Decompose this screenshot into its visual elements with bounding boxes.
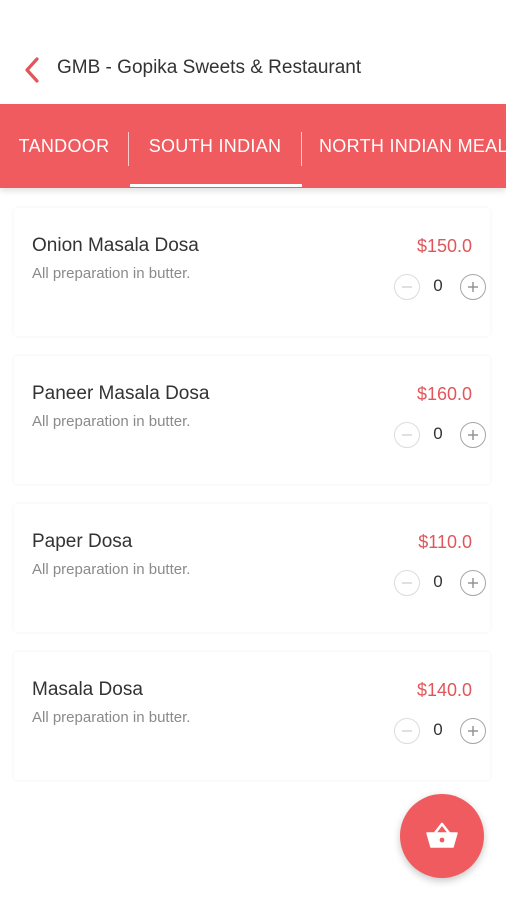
app-header: GMB - Gopika Sweets & Restaurant xyxy=(0,0,506,104)
quantity-stepper: 0 xyxy=(394,422,486,448)
decrease-button[interactable] xyxy=(394,274,420,300)
item-price: $150.0 xyxy=(416,236,472,256)
chevron-left-icon xyxy=(25,57,39,83)
minus-icon xyxy=(402,730,412,732)
increase-button[interactable] xyxy=(460,570,486,596)
item-description: All preparation in butter. xyxy=(32,413,191,430)
plus-icon xyxy=(468,282,478,292)
item-name: Onion Masala Dosa xyxy=(32,235,199,256)
quantity-value: 0 xyxy=(433,276,443,295)
increase-button[interactable] xyxy=(460,718,486,744)
menu-item-card: Masala Dosa All preparation in butter. $… xyxy=(14,652,490,780)
plus-icon xyxy=(468,726,478,736)
decrease-button[interactable] xyxy=(394,570,420,596)
quantity-stepper: 0 xyxy=(394,718,486,744)
menu-item-card: Paper Dosa All preparation in butter. $1… xyxy=(14,504,490,632)
decrease-button[interactable] xyxy=(394,422,420,448)
item-description: All preparation in butter. xyxy=(32,561,191,578)
minus-icon xyxy=(402,582,412,584)
menu-item-card: Paneer Masala Dosa All preparation in bu… xyxy=(14,356,490,484)
page-title: GMB - Gopika Sweets & Restaurant xyxy=(57,57,362,78)
minus-icon xyxy=(402,434,412,436)
item-price: $160.0 xyxy=(416,384,472,404)
quantity-value: 0 xyxy=(433,572,443,591)
menu-item-card: Onion Masala Dosa All preparation in but… xyxy=(14,208,490,336)
item-name: Masala Dosa xyxy=(32,679,143,700)
item-name: Paneer Masala Dosa xyxy=(32,383,210,404)
item-description: All preparation in butter. xyxy=(32,265,191,282)
plus-icon xyxy=(468,430,478,440)
item-price: $140.0 xyxy=(416,680,472,700)
back-button[interactable] xyxy=(14,52,50,88)
item-name: Paper Dosa xyxy=(32,531,133,552)
selected-tab-indicator xyxy=(130,184,302,187)
quantity-value: 0 xyxy=(433,424,443,443)
tab-south-indian[interactable]: SOUTH INDIAN xyxy=(129,104,301,188)
quantity-stepper: 0 xyxy=(394,570,486,596)
category-tabs: TANDOOR SOUTH INDIAN NORTH INDIAN MEALS xyxy=(0,104,506,188)
basket-icon xyxy=(426,822,458,848)
tab-north-indian-meals[interactable]: NORTH INDIAN MEALS xyxy=(302,104,506,188)
plus-icon xyxy=(468,578,478,588)
tab-tandoor[interactable]: TANDOOR xyxy=(0,104,128,188)
item-description: All preparation in butter. xyxy=(32,709,191,726)
quantity-stepper: 0 xyxy=(394,274,486,300)
item-price: $110.0 xyxy=(418,532,472,552)
increase-button[interactable] xyxy=(460,274,486,300)
decrease-button[interactable] xyxy=(394,718,420,744)
minus-icon xyxy=(402,286,412,288)
menu-screen: GMB - Gopika Sweets & Restaurant TANDOOR… xyxy=(0,0,506,900)
increase-button[interactable] xyxy=(460,422,486,448)
cart-button[interactable] xyxy=(400,794,484,878)
quantity-value: 0 xyxy=(433,720,443,739)
